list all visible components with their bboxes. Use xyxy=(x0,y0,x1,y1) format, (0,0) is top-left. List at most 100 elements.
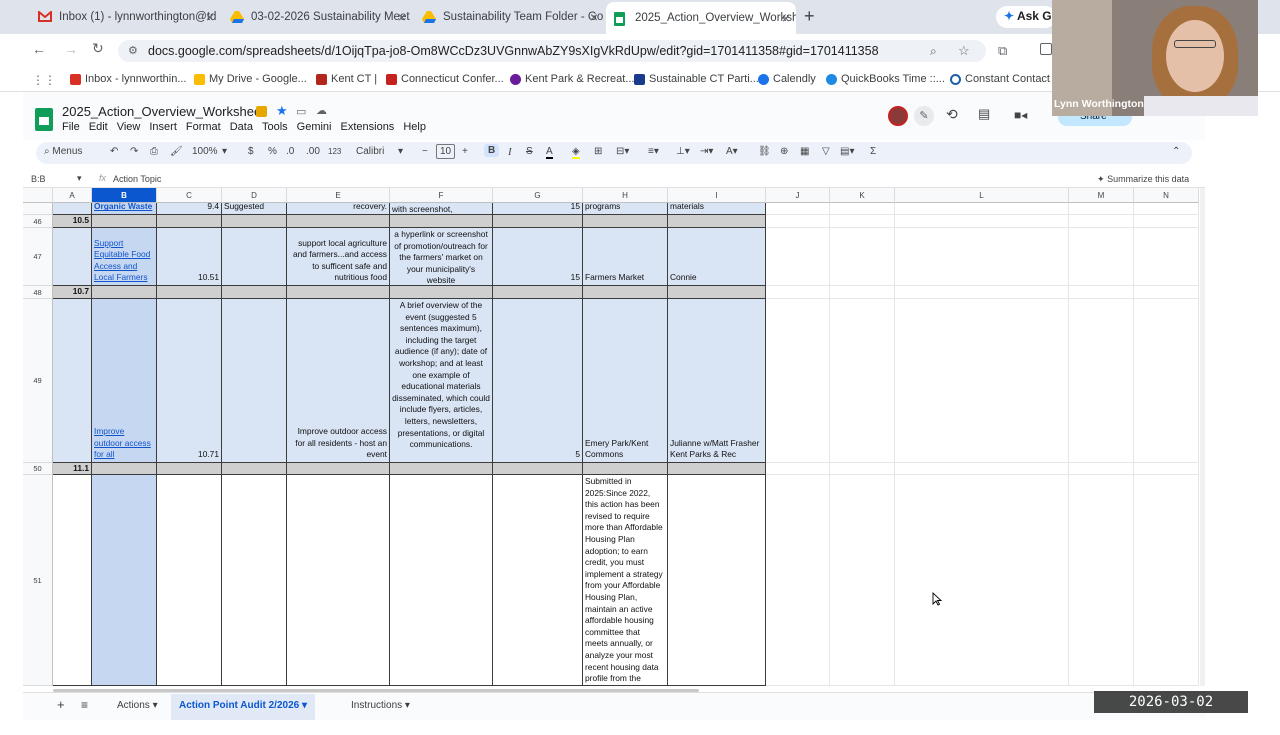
cell-g-row[interactable]: 15 xyxy=(493,203,583,215)
cell-c-row[interactable]: 10.51 xyxy=(157,228,222,286)
close-tab-icon[interactable]: × xyxy=(398,9,406,25)
bookmark-calendly[interactable]: Calendly xyxy=(758,73,816,85)
name-box[interactable]: B:B xyxy=(31,174,46,184)
browser-tab-meeting-doc[interactable]: 03-02-2026 Sustainability Meet × xyxy=(222,4,412,30)
comments-icon[interactable]: ▤ xyxy=(978,106,990,122)
cell-n-row[interactable] xyxy=(1134,299,1199,463)
bookmark-kent-park[interactable]: Kent Park & Recreat... xyxy=(510,73,634,85)
cell-c-row[interactable] xyxy=(157,463,222,475)
cell-m-row[interactable] xyxy=(1069,463,1134,475)
row-header[interactable]: 49 xyxy=(23,299,53,463)
menu-gemini[interactable]: Gemini xyxy=(297,121,332,133)
cell-f-row[interactable]: A brief overview of the event (suggested… xyxy=(390,299,493,463)
cell-n-row[interactable] xyxy=(1134,286,1199,299)
bookmark-gmail[interactable]: Inbox - lynnworthin... xyxy=(70,73,187,85)
cell-a-row[interactable] xyxy=(53,203,92,215)
cell-b-row[interactable]: Support Equitable Food Access and Local … xyxy=(92,228,157,286)
close-tab-icon[interactable]: × xyxy=(782,10,790,26)
cell-g-row[interactable]: 5 xyxy=(493,299,583,463)
cell-i-row[interactable]: materials xyxy=(668,203,766,215)
menu-extensions[interactable]: Extensions xyxy=(341,121,395,133)
cell-h-row[interactable]: Farmers Market xyxy=(583,228,668,286)
cell-a-row[interactable] xyxy=(53,475,92,686)
cell-d-row[interactable] xyxy=(222,228,287,286)
cell-l-row[interactable] xyxy=(895,228,1069,286)
cell-a-row[interactable]: 10.7 xyxy=(53,286,92,299)
cell-b-row[interactable]: Organic Waste xyxy=(92,203,157,215)
cell-h-row[interactable] xyxy=(583,463,668,475)
cell-k-row[interactable] xyxy=(830,215,895,228)
zoom-icon[interactable]: ⌕ xyxy=(930,40,937,62)
sheet-tab-audit[interactable]: Action Point Audit 2/2026 ▾ xyxy=(171,694,316,720)
cell-i-row[interactable] xyxy=(668,286,766,299)
column-header-g[interactable]: G xyxy=(493,188,583,203)
column-header-d[interactable]: D xyxy=(222,188,287,203)
cell-k-row[interactable] xyxy=(830,475,895,686)
cell-f-row[interactable] xyxy=(390,475,493,686)
cell-a-row[interactable]: 10.5 xyxy=(53,215,92,228)
text-rotation-icon[interactable]: A▾ xyxy=(726,146,738,157)
cell-j-row[interactable] xyxy=(766,286,830,299)
bookmark-constant-contact[interactable]: Constant Contact xyxy=(950,73,1050,85)
cell-b-row[interactable] xyxy=(92,286,157,299)
cell-f-row[interactable]: a hyperlink or screenshot of promotion/o… xyxy=(390,228,493,286)
browser-tab-gmail[interactable]: Inbox (1) - lynnworthington@td × xyxy=(30,4,220,30)
column-header-e[interactable]: E xyxy=(287,188,390,203)
cell-m-row[interactable] xyxy=(1069,475,1134,686)
cell-m-row[interactable] xyxy=(1069,215,1134,228)
gemini-sidebar-icon[interactable]: ✎ xyxy=(914,106,934,126)
menu-insert[interactable]: Insert xyxy=(149,121,177,133)
cell-h-row[interactable]: Submitted in 2025:Since 2022, this actio… xyxy=(583,475,668,686)
italic-icon[interactable]: I xyxy=(508,146,512,158)
tab-search-icon[interactable] xyxy=(1040,43,1052,55)
menu-help[interactable]: Help xyxy=(403,121,426,133)
text-wrap-icon[interactable]: ⇥▾ xyxy=(700,146,713,157)
sheets-logo-icon[interactable] xyxy=(35,108,53,131)
back-icon[interactable]: ← xyxy=(32,41,46,57)
vertical-scrollbar[interactable] xyxy=(1200,188,1205,686)
add-sheet-button[interactable]: + xyxy=(57,697,65,712)
filter-icon[interactable]: ▽ xyxy=(822,146,830,157)
cell-j-row[interactable] xyxy=(766,203,830,215)
cell-e-row[interactable] xyxy=(287,475,390,686)
cell-n-row[interactable] xyxy=(1134,463,1199,475)
cell-e-row[interactable]: recovery. xyxy=(287,203,390,215)
apps-grid-icon[interactable]: ⋮⋮ xyxy=(32,73,56,87)
cell-j-row[interactable] xyxy=(766,228,830,286)
functions-icon[interactable]: Σ xyxy=(870,146,876,157)
bookmark-kent-ct[interactable]: Kent CT | xyxy=(316,73,377,85)
cell-i-row[interactable] xyxy=(668,463,766,475)
currency-format-button[interactable]: $ xyxy=(248,146,254,157)
cell-l-row[interactable] xyxy=(895,203,1069,215)
cell-d-row[interactable] xyxy=(222,463,287,475)
insert-comment-icon[interactable]: ⊕ xyxy=(780,146,788,157)
bookmark-ct-conference[interactable]: Connecticut Confer... xyxy=(386,73,504,85)
cell-d-row[interactable] xyxy=(222,475,287,686)
column-header-n[interactable]: N xyxy=(1134,188,1199,203)
paint-format-icon[interactable]: 🖌 xyxy=(170,146,183,157)
menu-format[interactable]: Format xyxy=(186,121,221,133)
cell-h-row[interactable]: programs xyxy=(583,203,668,215)
cell-c-row[interactable] xyxy=(157,215,222,228)
column-header-c[interactable]: C xyxy=(157,188,222,203)
forward-icon[interactable]: → xyxy=(64,41,78,57)
cell-a-row[interactable] xyxy=(53,299,92,463)
cell-a-row[interactable]: 11.1 xyxy=(53,463,92,475)
cell-l-row[interactable] xyxy=(895,286,1069,299)
menu-tools[interactable]: Tools xyxy=(262,121,288,133)
cell-h-row[interactable]: Emery Park/Kent Commons xyxy=(583,299,668,463)
cell-b-row[interactable] xyxy=(92,463,157,475)
cell-i-row[interactable]: Julianne w/Matt Frasher Kent Parks & Rec xyxy=(668,299,766,463)
cell-l-row[interactable] xyxy=(895,299,1069,463)
cell-i-row[interactable]: Connie xyxy=(668,228,766,286)
url-field[interactable]: ⚙ docs.google.com/spreadsheets/d/1OijqTp… xyxy=(118,40,986,62)
row-header[interactable]: 46 xyxy=(23,215,53,228)
cell-j-row[interactable] xyxy=(766,299,830,463)
menu-file[interactable]: File xyxy=(62,121,80,133)
cell-n-row[interactable] xyxy=(1134,215,1199,228)
number-format-button[interactable]: 123 xyxy=(328,147,341,156)
collapse-toolbar-icon[interactable]: ⌃ xyxy=(1172,146,1180,157)
formula-input[interactable]: Action Topic xyxy=(113,174,161,184)
extensions-icon[interactable]: ⧉ xyxy=(998,43,1007,59)
cell-i-row[interactable] xyxy=(668,475,766,686)
